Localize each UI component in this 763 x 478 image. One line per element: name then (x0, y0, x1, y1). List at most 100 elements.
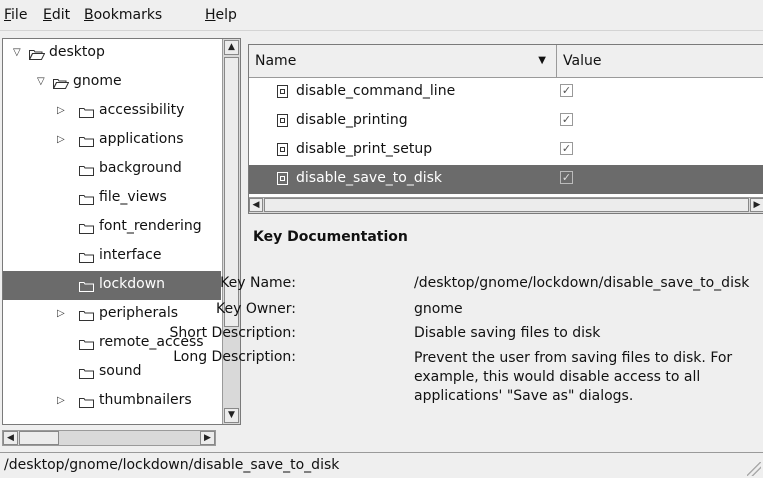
folder-open-icon (52, 77, 70, 89)
window-resize-grip-icon[interactable] (747, 462, 761, 476)
key-name: disable_save_to_disk (296, 170, 443, 186)
sort-descending-icon: ▼ (538, 55, 546, 66)
key-row-disable-save-to-disk[interactable]: disable_save_to_disk ✓ (249, 165, 763, 194)
tree-item-background[interactable]: background (3, 155, 221, 184)
tree-item-font-rendering[interactable]: font_rendering (3, 213, 221, 242)
tree-item-label: peripherals (99, 305, 179, 321)
menu-file-mnemonic: F (4, 7, 12, 23)
value-checkbox[interactable]: ✓ (560, 84, 573, 97)
key-name: disable_command_line (296, 83, 456, 99)
tree-item-gnome[interactable]: ▽ gnome (3, 68, 221, 97)
key-owner-value: gnome (414, 301, 463, 317)
tree-item-desktop[interactable]: ▽ desktop (3, 39, 221, 68)
key-owner-label: Key Owner: (215, 301, 296, 317)
scroll-right-arrow-icon[interactable]: ▶ (750, 198, 763, 212)
value-checkbox[interactable]: ✓ (560, 113, 573, 126)
scroll-right-arrow-icon[interactable]: ▶ (200, 431, 215, 445)
key-icon (277, 143, 288, 156)
menu-help[interactable]: Help (205, 7, 237, 23)
tree-item-accessibility[interactable]: ▷ accessibility (3, 97, 221, 126)
column-value-label: Value (563, 53, 602, 69)
column-header-value[interactable]: Value (557, 45, 763, 77)
tree-item-applications[interactable]: ▷ applications (3, 126, 221, 155)
menu-edit-label: dit (51, 7, 71, 23)
collapsed-arrow-icon[interactable]: ▷ (57, 396, 67, 406)
expanded-arrow-icon[interactable]: ▽ (13, 48, 23, 58)
tree-item-label: accessibility (99, 102, 185, 118)
menubar: File Edit Bookmarks Help (0, 0, 763, 31)
folder-icon (79, 222, 95, 234)
folder-icon (79, 280, 95, 292)
folder-icon (79, 338, 95, 350)
column-header-name[interactable]: Name ▼ (249, 45, 557, 77)
key-icon (277, 114, 288, 127)
tree-item-label: applications (99, 131, 184, 147)
column-name-label: Name (255, 53, 297, 69)
scroll-left-arrow-icon[interactable]: ◀ (3, 431, 18, 445)
menu-help-mnemonic: H (205, 7, 216, 23)
menu-file[interactable]: File (4, 7, 27, 23)
key-name: disable_print_setup (296, 141, 433, 157)
tree-item-label: gnome (73, 73, 122, 89)
menu-edit[interactable]: Edit (43, 7, 70, 23)
list-hscroll-thumb[interactable] (264, 198, 749, 212)
folder-icon (79, 164, 95, 176)
tree-item-file-views[interactable]: file_views (3, 184, 221, 213)
scroll-left-arrow-icon[interactable]: ◀ (249, 198, 263, 212)
collapsed-arrow-icon[interactable]: ▷ (57, 135, 67, 145)
tree-item-label: interface (99, 247, 162, 263)
tree-item-thumbnailers[interactable]: ▷ thumbnailers (3, 387, 221, 416)
collapsed-arrow-icon[interactable]: ▷ (57, 106, 67, 116)
menu-file-label: ile (11, 7, 28, 23)
tree-item-label: desktop (49, 44, 105, 60)
tree-item-label: file_views (99, 189, 167, 205)
short-description-label: Short Description: (169, 325, 296, 341)
folder-icon (79, 367, 95, 379)
pane-resize-grip[interactable] (232, 200, 240, 260)
value-checkbox[interactable]: ✓ (560, 142, 573, 155)
folder-open-icon (28, 48, 46, 60)
key-icon (277, 85, 288, 98)
key-row-disable-printing[interactable]: disable_printing ✓ (249, 107, 763, 136)
long-description-label: Long Description: (173, 349, 296, 365)
folder-icon (79, 135, 95, 147)
key-list[interactable]: Name ▼ Value disable_command_line ✓ disabl… (248, 44, 763, 214)
menu-edit-mnemonic: E (43, 7, 52, 23)
tree-item-lockdown[interactable]: lockdown (3, 271, 221, 300)
tree-item-interface[interactable]: interface (3, 242, 221, 271)
menu-bookmarks-mnemonic: B (84, 7, 94, 23)
list-header: Name ▼ Value (249, 45, 763, 78)
menu-bookmarks[interactable]: Bookmarks (84, 7, 162, 23)
key-name-label: Key Name: (220, 275, 296, 291)
key-documentation-heading: Key Documentation (253, 229, 408, 245)
long-description-value: Prevent the user from saving files to di… (414, 350, 733, 404)
menu-bookmarks-label: ookmarks (93, 7, 163, 23)
tree-hscroll-thumb[interactable] (19, 431, 59, 445)
menu-help-label: elp (215, 7, 237, 23)
collapsed-arrow-icon[interactable]: ▷ (57, 309, 67, 319)
folder-icon (79, 106, 95, 118)
key-row-disable-command-line[interactable]: disable_command_line ✓ (249, 78, 763, 107)
folder-icon (79, 251, 95, 263)
key-icon (277, 172, 288, 185)
tree-item-label: thumbnailers (99, 392, 192, 408)
directory-tree[interactable]: ▽ desktop ▽ gnome ▷ accessibility ▷ application… (2, 38, 241, 425)
scroll-down-arrow-icon[interactable]: ▼ (224, 408, 239, 423)
status-path: /desktop/gnome/lockdown/disable_save_to_… (4, 457, 340, 473)
tree-item-label: lockdown (99, 276, 166, 292)
expanded-arrow-icon[interactable]: ▽ (37, 77, 47, 87)
key-name: disable_printing (296, 112, 408, 128)
tree-item-label: background (99, 160, 182, 176)
tree-horizontal-scrollbar[interactable]: ◀ ▶ (2, 430, 216, 446)
folder-icon (79, 309, 95, 321)
key-name-value: /desktop/gnome/lockdown/disable_save_to_… (414, 275, 750, 291)
key-row-disable-print-setup[interactable]: disable_print_setup ✓ (249, 136, 763, 165)
folder-icon (79, 193, 95, 205)
statusbar: /desktop/gnome/lockdown/disable_save_to_… (0, 452, 763, 478)
scroll-up-arrow-icon[interactable]: ▲ (224, 40, 239, 55)
tree-item-label: font_rendering (99, 218, 202, 234)
short-description-value: Disable saving files to disk (414, 325, 601, 341)
list-horizontal-scrollbar[interactable]: ◀ ▶ (249, 197, 763, 213)
folder-icon (79, 396, 95, 408)
value-checkbox[interactable]: ✓ (560, 171, 573, 184)
